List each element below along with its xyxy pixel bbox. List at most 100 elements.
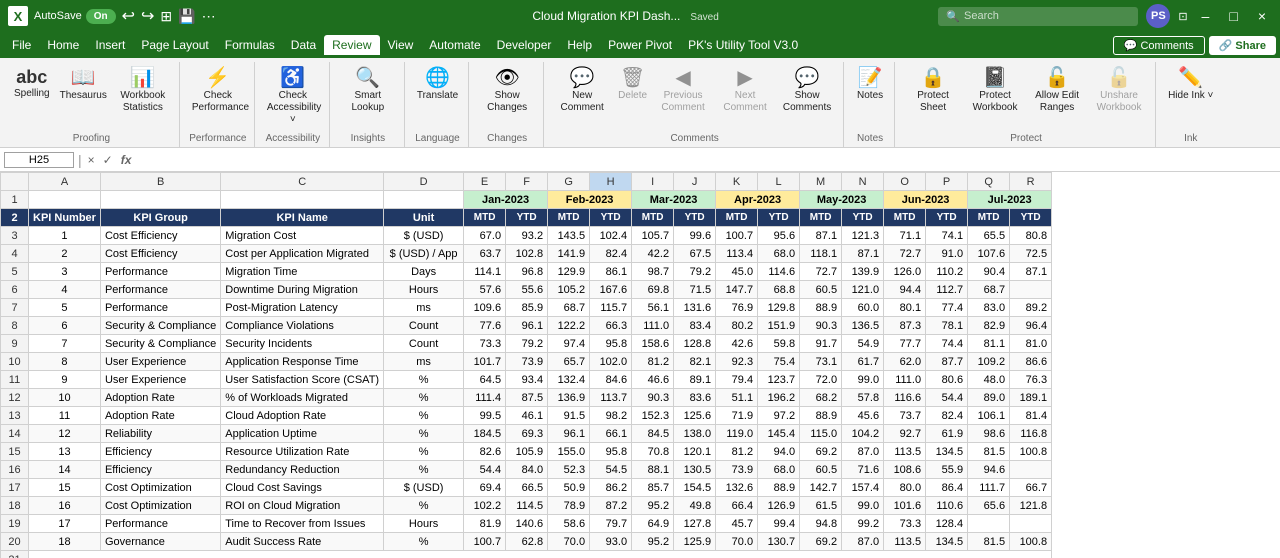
col-q[interactable]: Q xyxy=(968,173,1010,191)
col-m[interactable]: M xyxy=(800,173,842,191)
prev-comment-btn[interactable]: ◀ Previous Comment xyxy=(653,66,713,116)
more-tools-icon[interactable]: ⋯ xyxy=(202,8,216,25)
col-h[interactable]: H xyxy=(590,173,632,191)
search-box[interactable]: 🔍 Search xyxy=(938,7,1138,26)
cell-p2[interactable]: YTD xyxy=(926,209,968,227)
menu-item-pagelayout[interactable]: Page Layout xyxy=(133,35,216,55)
cell-m1[interactable]: May-2023 xyxy=(800,191,884,209)
ribbon-group-changes: 👁 Show Changes Changes xyxy=(471,62,544,147)
col-o[interactable]: O xyxy=(884,173,926,191)
comments-button[interactable]: 💬 Comments xyxy=(1113,36,1205,55)
cell-j2[interactable]: YTD xyxy=(674,209,716,227)
check-accessibility-btn[interactable]: ♿ Check Accessibility ˅ xyxy=(263,66,323,128)
new-comment-btn[interactable]: 💬 New Comment xyxy=(552,66,612,116)
cell-e1[interactable]: Jan-2023 xyxy=(464,191,548,209)
cell-g1[interactable]: Feb-2023 xyxy=(548,191,632,209)
col-f[interactable]: F xyxy=(506,173,548,191)
cell-o1[interactable]: Jun-2023 xyxy=(884,191,968,209)
col-l[interactable]: L xyxy=(758,173,800,191)
col-a[interactable]: A xyxy=(29,173,101,191)
col-n[interactable]: N xyxy=(842,173,884,191)
cell-i2[interactable]: MTD xyxy=(632,209,674,227)
col-c[interactable]: C xyxy=(221,173,384,191)
close-btn[interactable]: × xyxy=(1252,8,1272,24)
cell-l2[interactable]: YTD xyxy=(758,209,800,227)
col-j[interactable]: J xyxy=(674,173,716,191)
next-comment-btn[interactable]: ▶ Next Comment xyxy=(715,66,775,116)
cancel-formula-icon[interactable]: × xyxy=(86,153,97,167)
cell-c2[interactable]: KPI Name xyxy=(221,209,384,227)
redo-btn[interactable]: ↪ xyxy=(141,6,154,26)
col-e[interactable]: E xyxy=(464,173,506,191)
menu-item-view[interactable]: View xyxy=(380,35,422,55)
formula-input[interactable] xyxy=(137,154,1276,166)
cell-q2[interactable]: MTD xyxy=(968,209,1010,227)
cell-k1[interactable]: Apr-2023 xyxy=(716,191,800,209)
cell-c1[interactable] xyxy=(221,191,384,209)
cell-d2[interactable]: Unit xyxy=(384,209,464,227)
cell-i1[interactable]: Mar-2023 xyxy=(632,191,716,209)
menu-item-help[interactable]: Help xyxy=(559,35,600,55)
row-2-header[interactable]: 2 xyxy=(1,209,29,227)
cell-q1[interactable]: Jul-2023 xyxy=(968,191,1052,209)
row-1-header[interactable]: 1 xyxy=(1,191,29,209)
delete-comment-btn[interactable]: 🗑 Delete xyxy=(614,66,651,104)
menu-item-utility[interactable]: PK's Utility Tool V3.0 xyxy=(680,35,806,55)
workbook-statistics-btn[interactable]: 📊 Workbook Statistics xyxy=(113,66,173,116)
cell-f2[interactable]: YTD xyxy=(506,209,548,227)
hide-ink-btn[interactable]: ✏️ Hide Ink ˅ xyxy=(1164,66,1217,104)
notes-btn[interactable]: 📝 Notes xyxy=(852,66,888,104)
cell-b2[interactable]: KPI Group xyxy=(100,209,220,227)
menu-item-home[interactable]: Home xyxy=(39,35,87,55)
cell-n2[interactable]: YTD xyxy=(842,209,884,227)
menu-item-developer[interactable]: Developer xyxy=(489,35,560,55)
share-button[interactable]: 🔗 Share xyxy=(1209,36,1276,55)
minimize-btn[interactable]: – xyxy=(1196,8,1216,24)
cell-m2[interactable]: MTD xyxy=(800,209,842,227)
col-b[interactable]: B xyxy=(100,173,220,191)
cell-a1[interactable] xyxy=(29,191,101,209)
unshare-workbook-btn[interactable]: 🔓 Unshare Workbook xyxy=(1089,66,1149,116)
menu-item-file[interactable]: File xyxy=(4,35,39,55)
col-k[interactable]: K xyxy=(716,173,758,191)
menu-item-insert[interactable]: Insert xyxy=(87,35,133,55)
cell-e2[interactable]: MTD xyxy=(464,209,506,227)
allow-edit-ranges-btn[interactable]: 🔓 Allow Edit Ranges xyxy=(1027,66,1087,116)
cell-k2[interactable]: MTD xyxy=(716,209,758,227)
autosave-state[interactable]: On xyxy=(86,9,116,24)
check-performance-btn[interactable]: ⚡ Check Performance xyxy=(188,66,248,116)
col-i[interactable]: I xyxy=(632,173,674,191)
protect-sheet-btn[interactable]: 🔒 Protect Sheet xyxy=(903,66,963,116)
translate-btn[interactable]: 🌐 Translate xyxy=(413,66,462,104)
undo-btn[interactable]: ↩ xyxy=(122,6,135,26)
cell-h2[interactable]: YTD xyxy=(590,209,632,227)
user-avatar[interactable]: PS xyxy=(1146,4,1170,28)
function-icon[interactable]: fx xyxy=(119,153,134,167)
save-icon[interactable]: 💾 xyxy=(178,8,195,25)
cell-r2[interactable]: YTD xyxy=(1010,209,1052,227)
show-changes-btn[interactable]: 👁 Show Changes xyxy=(477,66,537,116)
cell-b1[interactable] xyxy=(100,191,220,209)
col-g[interactable]: G xyxy=(548,173,590,191)
col-r[interactable]: R xyxy=(1010,173,1052,191)
menu-item-data[interactable]: Data xyxy=(283,35,324,55)
menu-item-automate[interactable]: Automate xyxy=(421,35,488,55)
spelling-btn[interactable]: abc Spelling xyxy=(10,66,54,102)
protect-workbook-btn[interactable]: 📓 Protect Workbook xyxy=(965,66,1025,116)
cell-o2[interactable]: MTD xyxy=(884,209,926,227)
col-p[interactable]: P xyxy=(926,173,968,191)
col-d[interactable]: D xyxy=(384,173,464,191)
confirm-formula-icon[interactable]: ✓ xyxy=(101,153,115,167)
thesaurus-btn[interactable]: 📖 Thesaurus xyxy=(56,66,111,104)
menu-item-formulas[interactable]: Formulas xyxy=(217,35,283,55)
name-box[interactable] xyxy=(4,152,74,168)
ribbon-display-icon[interactable]: ⊡ xyxy=(1178,10,1187,23)
show-comments-btn[interactable]: 💬 Show Comments xyxy=(777,66,837,116)
smart-lookup-btn[interactable]: 🔍 Smart Lookup xyxy=(338,66,398,116)
menu-item-powerpivot[interactable]: Power Pivot xyxy=(600,35,680,55)
cell-g2[interactable]: MTD xyxy=(548,209,590,227)
cell-d1[interactable] xyxy=(384,191,464,209)
cell-a2[interactable]: KPI Number xyxy=(29,209,101,227)
menu-item-review[interactable]: Review xyxy=(324,35,379,55)
maximize-btn[interactable]: □ xyxy=(1223,8,1243,24)
